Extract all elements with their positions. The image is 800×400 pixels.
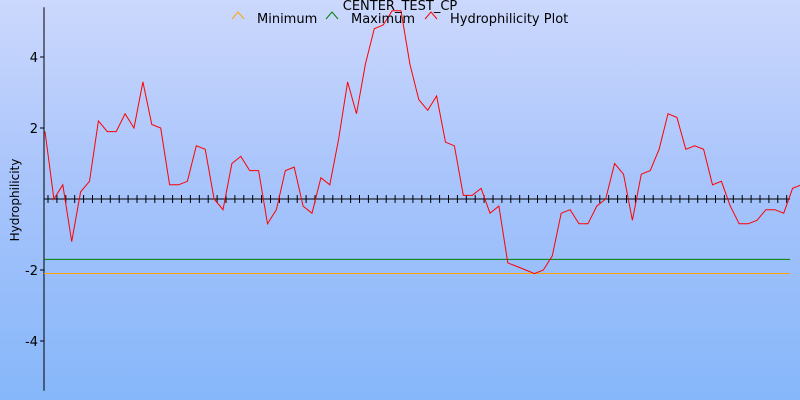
hydrophilicity-chart: -4 -2 2 4 Minimum Maximum Hydrophilicity Plot… (0, 0, 800, 400)
y-tick-label: 2 (30, 122, 38, 137)
y-tick-label: -4 (25, 335, 38, 350)
axes: -4 -2 2 4 (25, 7, 790, 391)
chart-canvas: -4 -2 2 4 Minimum Maximum Hydrophilicity Plot… (8, 0, 800, 391)
legend-marker-icon (231, 11, 245, 20)
y-tick-label: -2 (25, 264, 38, 279)
series-hydrophilicity-plot-line (44, 10, 800, 275)
legend-label: Maximum (351, 12, 415, 27)
legend-label: Hydrophilicity Plot (450, 12, 568, 27)
legend-marker-icon (325, 11, 339, 20)
y-axis-label: Hydrophilicity (8, 159, 22, 242)
legend: Minimum Maximum Hydrophilicity Plot (231, 11, 568, 27)
series-layer (44, 10, 800, 275)
legend-label: Minimum (257, 12, 317, 27)
chart-title: CENTER_TEST_CP (343, 0, 458, 14)
y-tick-label: 4 (30, 51, 38, 66)
